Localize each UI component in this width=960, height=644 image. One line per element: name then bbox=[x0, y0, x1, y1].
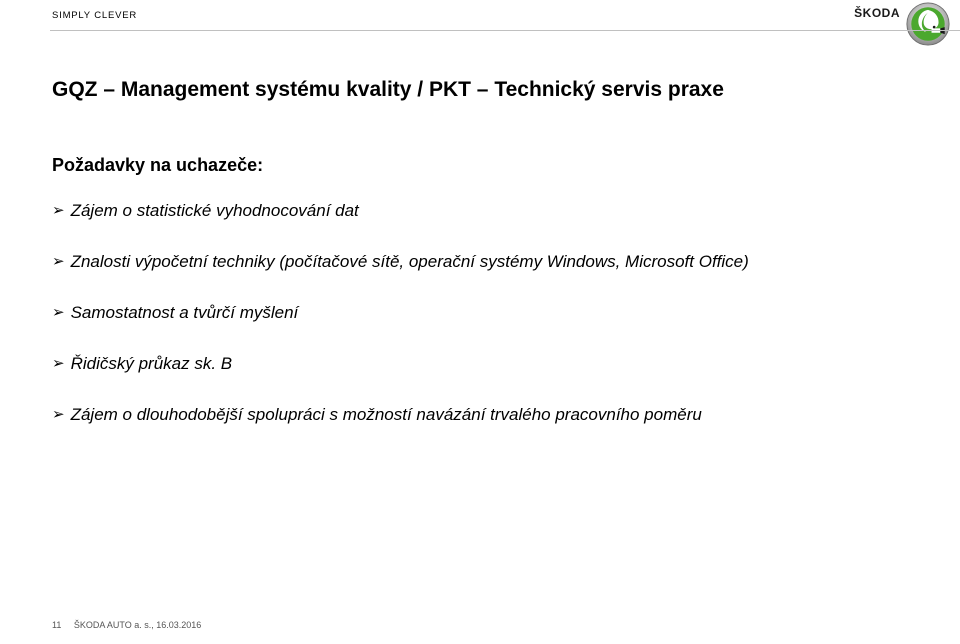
list-item-text: Řidičský průkaz sk. B bbox=[71, 353, 233, 376]
header: SIMPLY CLEVER ŠKODA bbox=[0, 0, 960, 40]
list-item: ➢ Zájem o statistické vyhodnocování dat bbox=[52, 200, 852, 223]
bullet-marker-icon: ➢ bbox=[52, 354, 65, 374]
footer: 11 ŠKODA AUTO a. s., 16.03.2016 bbox=[52, 620, 201, 630]
bullet-list: ➢ Zájem o statistické vyhodnocování dat … bbox=[52, 200, 852, 455]
list-item-text: Znalosti výpočetní techniky (počítačové … bbox=[71, 251, 749, 274]
page-number: 11 bbox=[52, 620, 61, 630]
list-item: ➢ Samostatnost a tvůrčí myšlení bbox=[52, 302, 852, 325]
section-heading: Požadavky na uchazeče: bbox=[52, 155, 263, 176]
header-divider bbox=[50, 30, 960, 31]
list-item: ➢ Řidičský průkaz sk. B bbox=[52, 353, 852, 376]
tagline: SIMPLY CLEVER bbox=[52, 10, 137, 21]
page-title: GQZ – Management systému kvality / PKT –… bbox=[52, 78, 724, 102]
bullet-marker-icon: ➢ bbox=[52, 252, 65, 272]
list-item-text: Zájem o statistické vyhodnocování dat bbox=[71, 200, 359, 223]
brand-wordmark: ŠKODA bbox=[854, 6, 900, 20]
list-item: ➢ Znalosti výpočetní techniky (počítačov… bbox=[52, 251, 852, 274]
list-item-text: Zájem o dlouhodobější spolupráci s možno… bbox=[71, 404, 702, 427]
footer-text: ŠKODA AUTO a. s., 16.03.2016 bbox=[74, 620, 201, 630]
list-item-text: Samostatnost a tvůrčí myšlení bbox=[71, 302, 299, 325]
skoda-logo-icon bbox=[906, 2, 950, 46]
bullet-marker-icon: ➢ bbox=[52, 405, 65, 425]
list-item: ➢ Zájem o dlouhodobější spolupráci s mož… bbox=[52, 404, 852, 427]
bullet-marker-icon: ➢ bbox=[52, 303, 65, 323]
bullet-marker-icon: ➢ bbox=[52, 201, 65, 221]
